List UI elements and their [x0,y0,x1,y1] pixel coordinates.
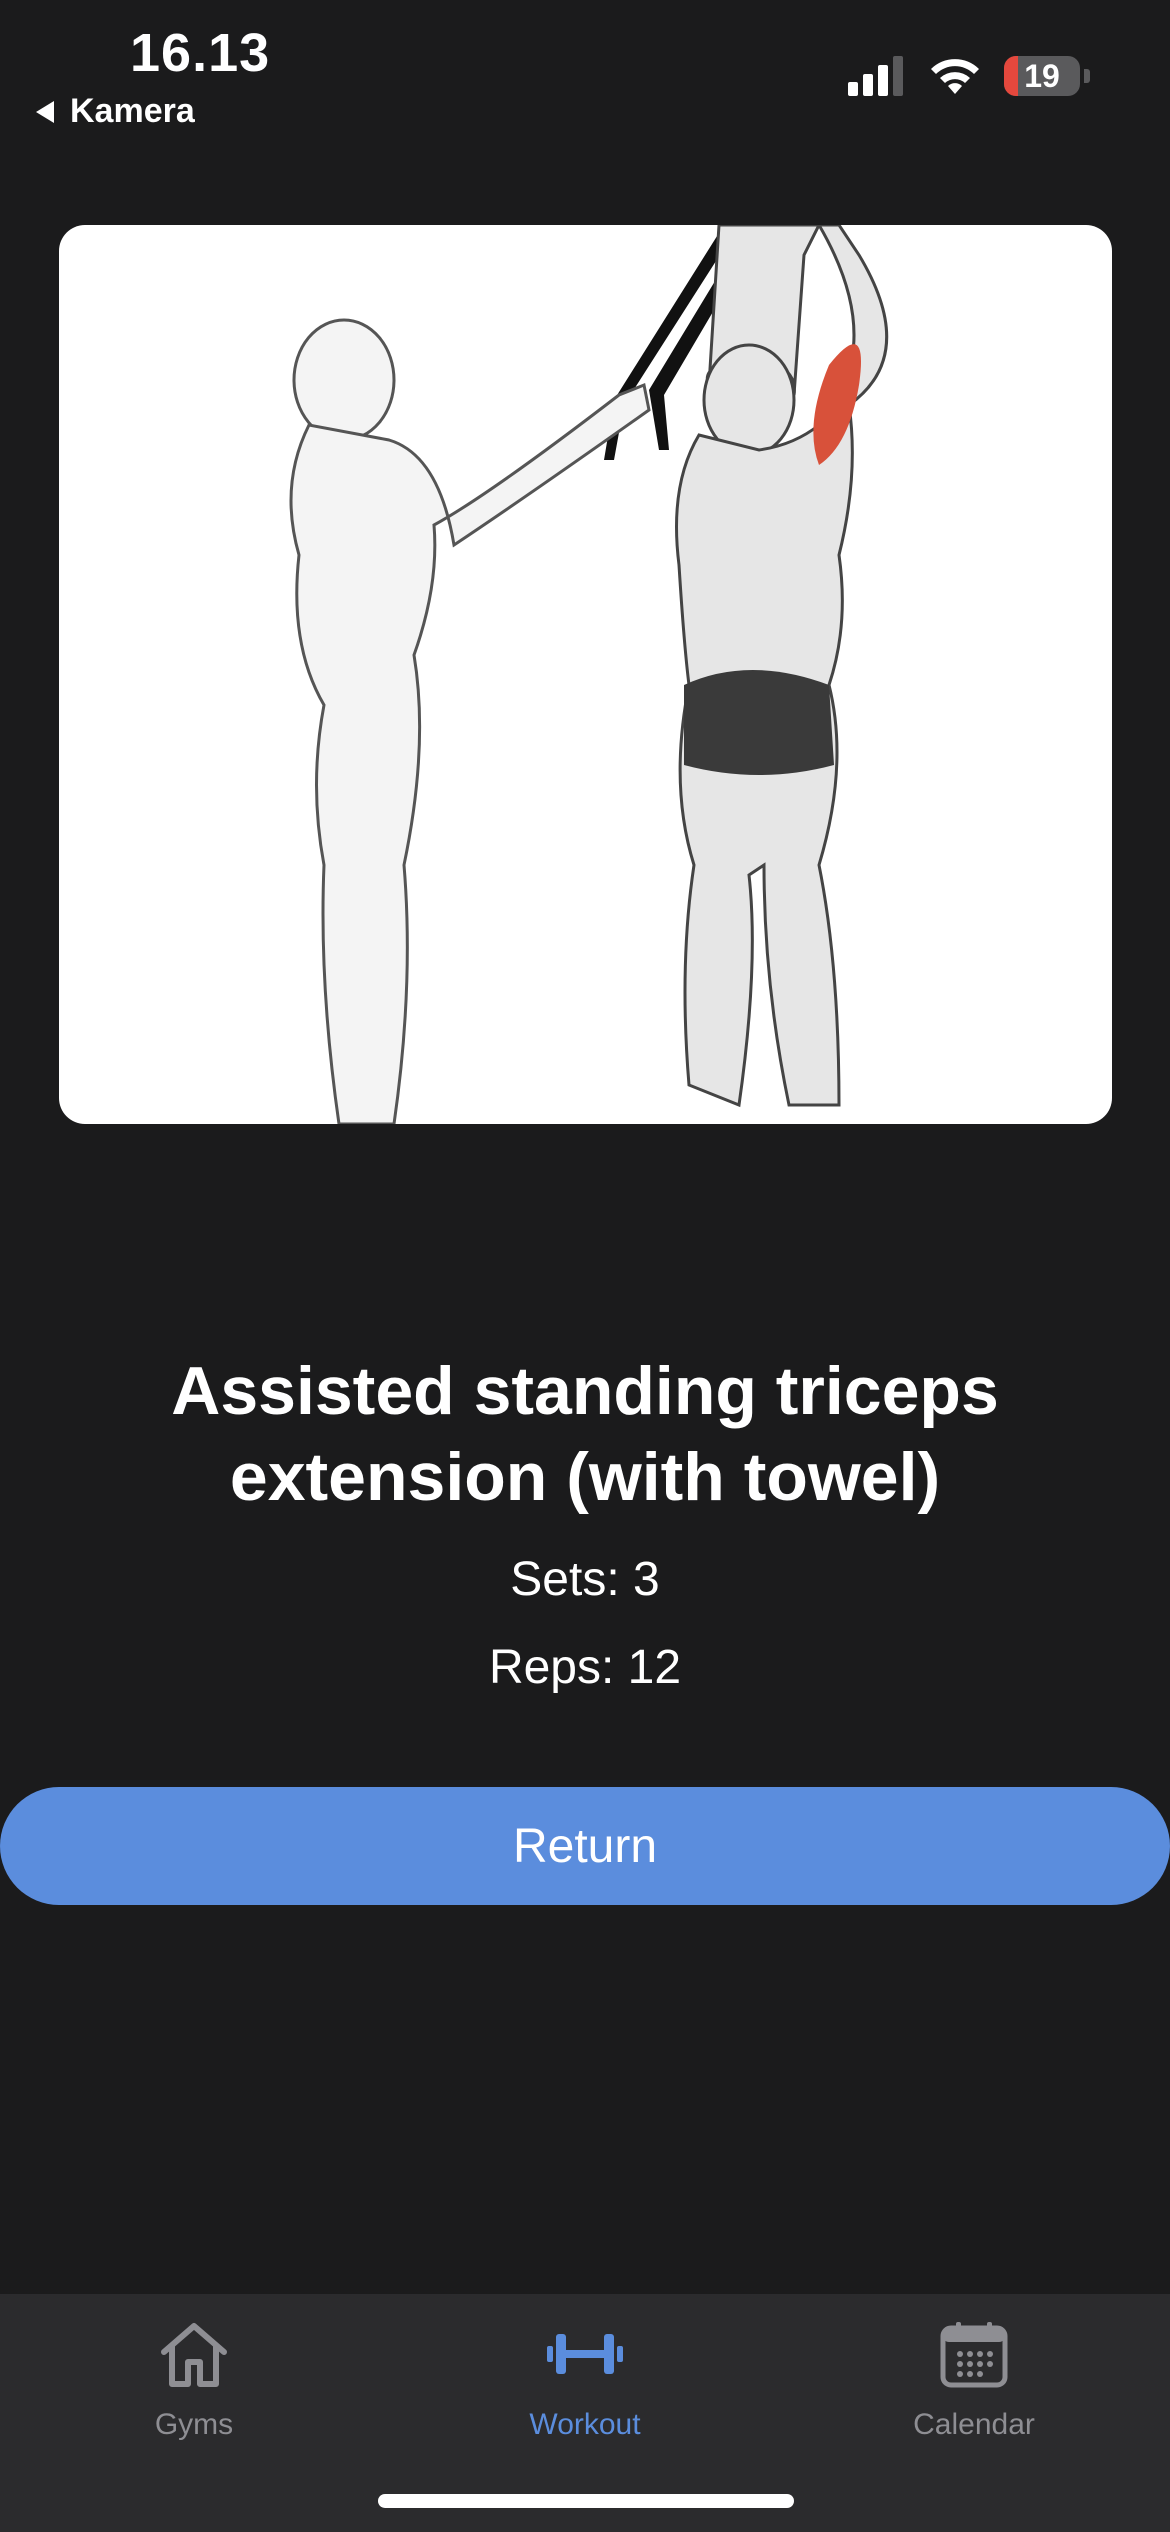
house-icon [158,2314,230,2394]
exercise-title: Assisted standing triceps extension (wit… [171,1353,999,1515]
tab-workout[interactable]: Workout [435,2314,735,2442]
tab-calendar[interactable]: Calendar [824,2314,1124,2442]
wifi-icon [931,59,979,94]
dumbbell-icon [547,2314,623,2394]
tab-calendar-label: Calendar [913,2408,1035,2441]
battery-cap [1084,69,1090,83]
status-time: 16.13 [130,23,271,83]
back-app-label: Kamera [70,92,195,130]
battery-indicator: 19 [1004,56,1080,96]
exercise-figure-drawing [289,225,889,1124]
status-icons: 19 [848,56,1090,96]
exercise-illustration [59,225,1112,1124]
tab-gyms-label: Gyms [154,2408,234,2441]
tab-workout-label: Workout [529,2408,641,2441]
battery-level: 19 [1024,57,1060,94]
reps-count: Reps: 12 [488,1641,682,1694]
cellular-signal-icon [848,56,903,96]
back-triangle-icon [36,100,54,123]
calendar-icon [940,2314,1008,2394]
sets-count: Sets: 3 [510,1553,660,1606]
home-indicator[interactable] [378,2494,794,2508]
exercise-detail-screen: 16.13 Kamera 19 Assisted standing tricep… [0,0,1170,2532]
back-to-app-link[interactable]: Kamera [36,92,195,131]
return-button[interactable]: Return [0,1787,1170,1905]
tab-gyms[interactable]: Gyms [44,2314,344,2442]
